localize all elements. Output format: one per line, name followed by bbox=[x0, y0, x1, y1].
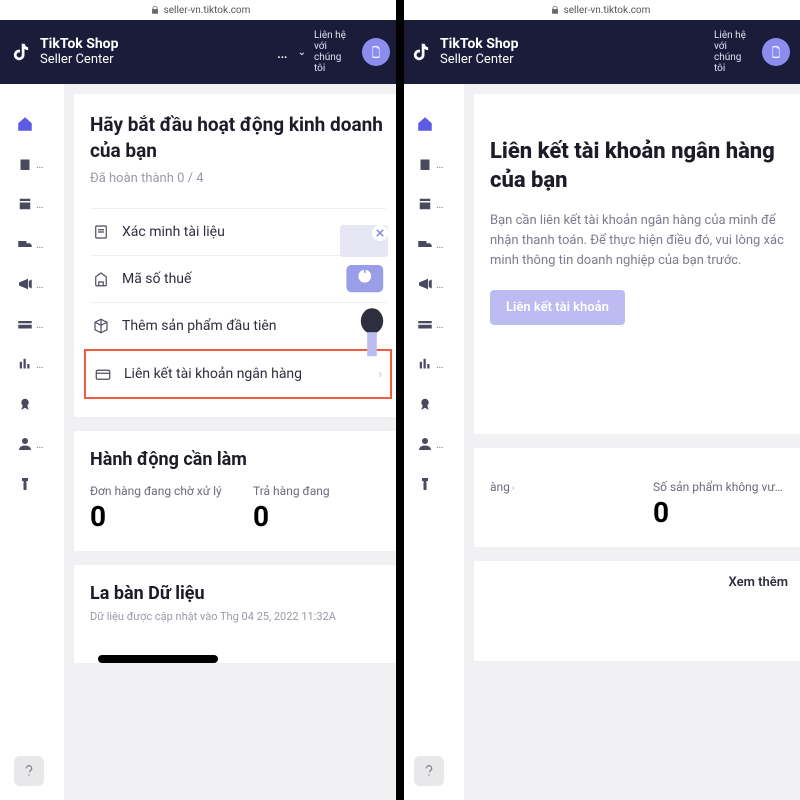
sidebar: … … … … … … … bbox=[0, 84, 64, 800]
tiktok-logo-icon bbox=[10, 41, 32, 63]
todo-card: àng› Số sản phẩm không vư… 0 bbox=[474, 448, 800, 547]
sidebar-item-achievement[interactable] bbox=[4, 386, 60, 422]
sidebar-item-account[interactable]: … bbox=[4, 426, 60, 462]
brand-line2: Seller Center bbox=[40, 52, 118, 67]
main-content: Liên kết tài khoản ngân hàng của bạn Bạn… bbox=[464, 84, 800, 800]
sidebar-item-marketing[interactable]: … bbox=[4, 266, 60, 302]
sidebar-item-reward[interactable] bbox=[404, 466, 460, 502]
address-bar: seller-vn.tiktok.com bbox=[400, 0, 800, 20]
brand-line1: TikTok Shop bbox=[40, 37, 118, 52]
sidebar-item-analytics[interactable]: … bbox=[404, 346, 460, 382]
step-label: Liên kết tài khoản ngân hàng bbox=[124, 366, 302, 382]
stat-value: 0 bbox=[653, 496, 786, 529]
brand-line2: Seller Center bbox=[440, 52, 518, 67]
bank-link-card: Liên kết tài khoản ngân hàng của bạn Bạn… bbox=[474, 94, 800, 434]
contact-link[interactable]: Liên hệ với chúng tôi bbox=[714, 30, 754, 74]
compass-updated: Dữ liệu được cập nhật vào Thg 04 25, 202… bbox=[90, 610, 386, 623]
stat-pending-orders[interactable]: Đơn hàng đang chờ xử lý› 0 bbox=[90, 484, 223, 533]
data-compass-card: La bàn Dữ liệu Dữ liệu được cập nhật vào… bbox=[74, 565, 400, 663]
stat-value: 0 bbox=[253, 500, 386, 533]
help-button[interactable] bbox=[14, 756, 44, 786]
data-compass-card: Xem thêm bbox=[474, 561, 800, 661]
main-content: Hãy bắt đầu hoạt động kinh doanh của bạn… bbox=[64, 84, 400, 800]
onboarding-title: Hãy bắt đầu hoạt động kinh doanh của bạn bbox=[90, 112, 386, 163]
sidebar-item-orders[interactable]: … bbox=[4, 186, 60, 222]
url-text: seller-vn.tiktok.com bbox=[164, 5, 251, 16]
sidebar-item-products[interactable]: … bbox=[4, 146, 60, 182]
sidebar-item-home[interactable] bbox=[404, 106, 460, 142]
sidebar-item-finance[interactable]: … bbox=[404, 306, 460, 342]
avatar[interactable] bbox=[762, 38, 790, 66]
tiktok-logo-icon bbox=[410, 41, 432, 63]
sidebar-item-analytics[interactable]: … bbox=[4, 346, 60, 382]
sidebar-item-products[interactable]: … bbox=[404, 146, 460, 182]
sidebar-item-orders[interactable]: … bbox=[404, 186, 460, 222]
stat-clip[interactable]: àng› bbox=[490, 480, 623, 529]
link-account-button[interactable]: Liên kết tài khoản bbox=[490, 290, 625, 325]
brand-line1: TikTok Shop bbox=[440, 37, 518, 52]
stat-returns[interactable]: Trả hàng đang 0 bbox=[253, 484, 386, 533]
avatar[interactable] bbox=[362, 38, 390, 66]
sidebar-item-reward[interactable] bbox=[4, 466, 60, 502]
sidebar-item-home[interactable] bbox=[4, 106, 60, 142]
step-label: Mã số thuế bbox=[122, 271, 191, 287]
sidebar: … … … … … … … bbox=[400, 84, 464, 800]
stat-products[interactable]: Số sản phẩm không vư… 0 bbox=[653, 480, 786, 529]
onboarding-card: Hãy bắt đầu hoạt động kinh doanh của bạn… bbox=[74, 94, 400, 417]
brand-block: TikTok Shop Seller Center bbox=[40, 37, 118, 67]
header: TikTok Shop Seller Center … ⌄ Liên hệ vớ… bbox=[0, 20, 400, 84]
url-text: seller-vn.tiktok.com bbox=[564, 5, 651, 16]
compass-title: La bàn Dữ liệu bbox=[90, 583, 386, 604]
help-button[interactable] bbox=[414, 756, 444, 786]
stat-value: 0 bbox=[90, 500, 223, 533]
header-more-icon[interactable]: … bbox=[277, 43, 290, 62]
contact-link[interactable]: Liên hệ với chúng tôi bbox=[314, 30, 354, 74]
brand-block: TikTok Shop Seller Center bbox=[440, 37, 518, 67]
bank-link-title: Liên kết tài khoản ngân hàng của bạn bbox=[490, 138, 786, 195]
sidebar-item-shipping[interactable]: … bbox=[4, 226, 60, 262]
sidebar-item-finance[interactable]: … bbox=[4, 306, 60, 342]
sidebar-item-achievement[interactable] bbox=[404, 386, 460, 422]
sidebar-item-marketing[interactable]: … bbox=[404, 266, 460, 302]
address-bar: seller-vn.tiktok.com bbox=[0, 0, 400, 20]
step-label: Xác minh tài liệu bbox=[122, 224, 225, 240]
step-label: Thêm sản phẩm đầu tiên bbox=[122, 318, 277, 334]
onboarding-illustration-icon bbox=[332, 214, 400, 364]
chevron-right-icon: › bbox=[378, 367, 382, 381]
sidebar-item-account[interactable]: … bbox=[404, 426, 460, 462]
see-more-link[interactable]: Xem thêm bbox=[729, 575, 789, 590]
header-caret-icon[interactable]: ⌄ bbox=[298, 47, 306, 58]
bank-link-desc: Bạn cần liên kết tài khoản ngân hàng của… bbox=[490, 211, 786, 271]
header: TikTok Shop Seller Center Liên hệ với ch… bbox=[400, 20, 800, 84]
panel-divider bbox=[396, 0, 404, 800]
onboarding-progress: Đã hoàn thành 0 / 4 bbox=[90, 171, 386, 186]
todo-card: Hành động cần làm Đơn hàng đang chờ xử l… bbox=[74, 431, 400, 551]
sidebar-item-shipping[interactable]: … bbox=[404, 226, 460, 262]
redaction-bar bbox=[98, 655, 218, 663]
todo-title: Hành động cần làm bbox=[90, 449, 386, 470]
